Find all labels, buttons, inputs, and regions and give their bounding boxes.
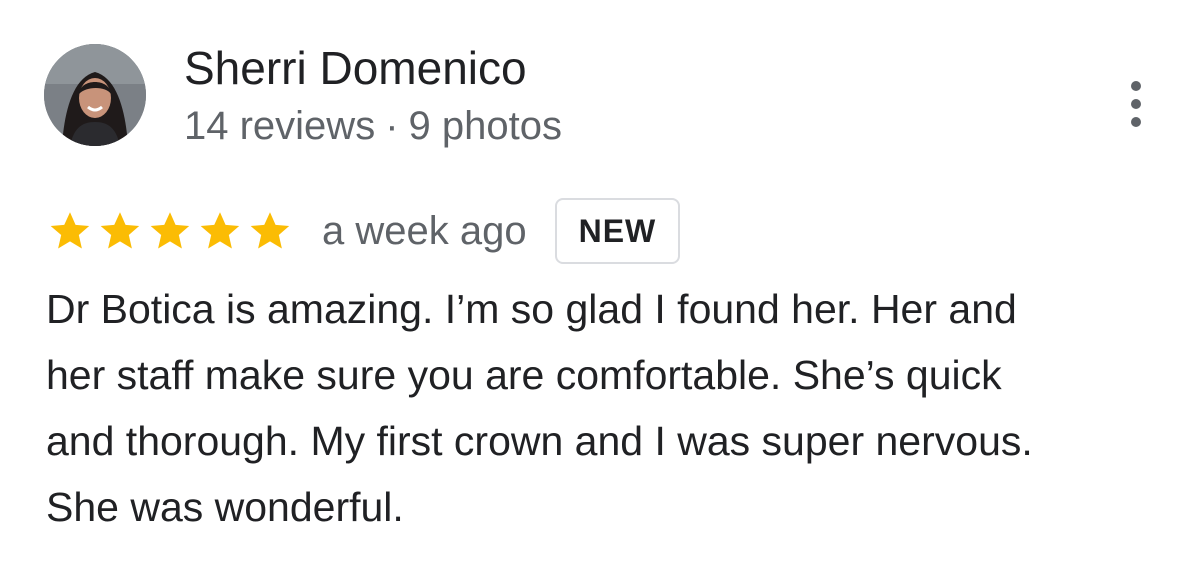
new-badge: NEW [554,198,681,264]
star-icon [100,212,140,249]
star-rating [46,208,294,254]
more-vertical-icon-dot [1131,99,1141,109]
star-icon [150,212,190,249]
star-icon [200,212,240,249]
profile-photo-icon [44,44,146,146]
more-vertical-icon-dot [1131,117,1141,127]
review-text: Dr Botica is amazing. I’m so glad I foun… [46,286,1033,530]
star-icon [250,212,290,249]
photos-count: 9 photos [408,104,562,148]
author-name[interactable]: Sherri Domenico [184,38,527,98]
more-vertical-icon [1131,81,1141,91]
review-date: a week ago [322,209,527,253]
meta-separator: · [385,104,399,148]
author-avatar[interactable] [44,44,146,146]
more-options-button[interactable] [1112,76,1160,132]
rating-row: a week ago NEW [46,198,681,264]
reviews-count: 14 reviews [184,104,376,148]
author-stats: 14 reviews · 9 photos [184,98,562,154]
star-icon [50,212,90,249]
review-card: Sherri Domenico 14 reviews · 9 photos a we… [0,0,1200,574]
